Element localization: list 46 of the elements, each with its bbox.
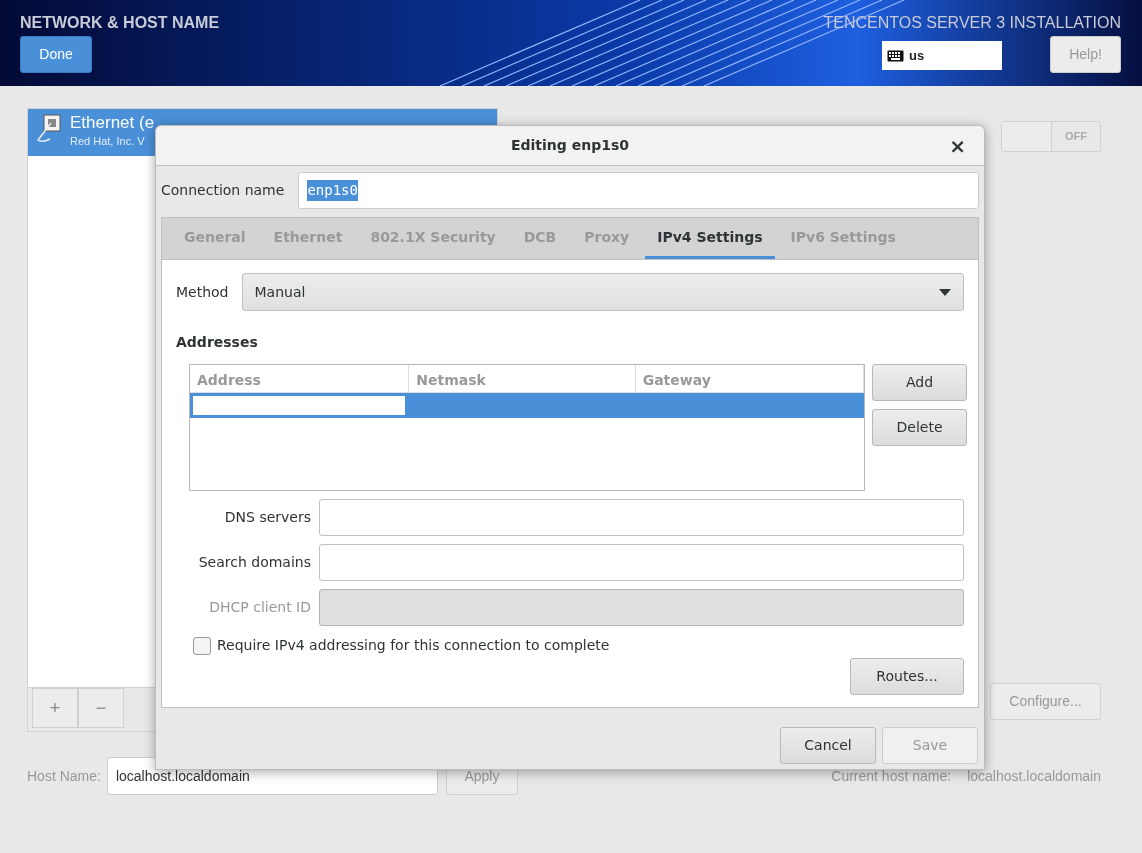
tab[interactable]: 802.1X Security [358,218,508,259]
tab[interactable]: IPv6 Settings [778,218,908,259]
connection-name-field[interactable]: enp1s0 [298,172,979,209]
routes-button[interactable]: Routes... [850,658,964,695]
done-button[interactable]: Done [20,36,92,73]
host-name-label: Host Name: [27,766,101,786]
checkbox[interactable] [193,636,211,655]
field-label: DHCP client ID [208,598,312,617]
tab[interactable]: DCB [511,218,569,259]
dialog-title: Editing enp1s0 [510,136,629,155]
add-button[interactable]: Add [872,364,967,401]
delete-button[interactable]: Delete [872,409,967,446]
configure-button[interactable]: Configure... [990,683,1101,720]
ethernet-port-icon [36,113,62,145]
tab[interactable]: Proxy [572,218,642,259]
address-input-field[interactable] [192,395,406,416]
tab[interactable]: IPv4 Settings [645,218,775,259]
device-name: Ethernet (e [70,113,155,133]
keyboard-layout-indicator[interactable]: us [882,41,1002,70]
help-button[interactable]: Help! [1050,36,1121,73]
current-host-name-value: localhost.localdomain [967,766,1101,786]
cancel-button[interactable]: Cancel [780,727,876,764]
column-header: Address [190,365,410,392]
table-row[interactable] [190,393,864,418]
tab[interactable]: General [172,218,258,259]
toggle-switch[interactable]: OFF [1001,121,1101,152]
input-field[interactable] [319,544,964,581]
page-title: NETWORK & HOST NAME [20,14,220,32]
close-button[interactable]: × [943,133,972,159]
connection-name-label: Connection name [161,181,285,200]
addresses-heading: Addresses [176,333,259,352]
field-label: Search domains [197,553,312,572]
dropdown-arrow-icon [939,288,951,296]
column-header: Gateway [635,365,864,392]
add-button[interactable]: + [32,688,78,728]
method-label: Method [176,282,229,302]
tab[interactable]: Ethernet [261,218,355,259]
current-host-name-label: Current host name: [831,766,952,786]
input-field[interactable] [319,499,964,536]
device-description: Red Hat, Inc. V [70,134,146,149]
remove-button[interactable]: − [78,688,124,728]
column-header: Netmask [409,365,636,392]
method-dropdown[interactable]: Manual [241,273,964,311]
field-label: DNS servers [223,508,312,527]
checkbox-label: Require IPv4 addressing for this connection to complete [217,636,610,655]
keyboard-icon [887,49,904,62]
